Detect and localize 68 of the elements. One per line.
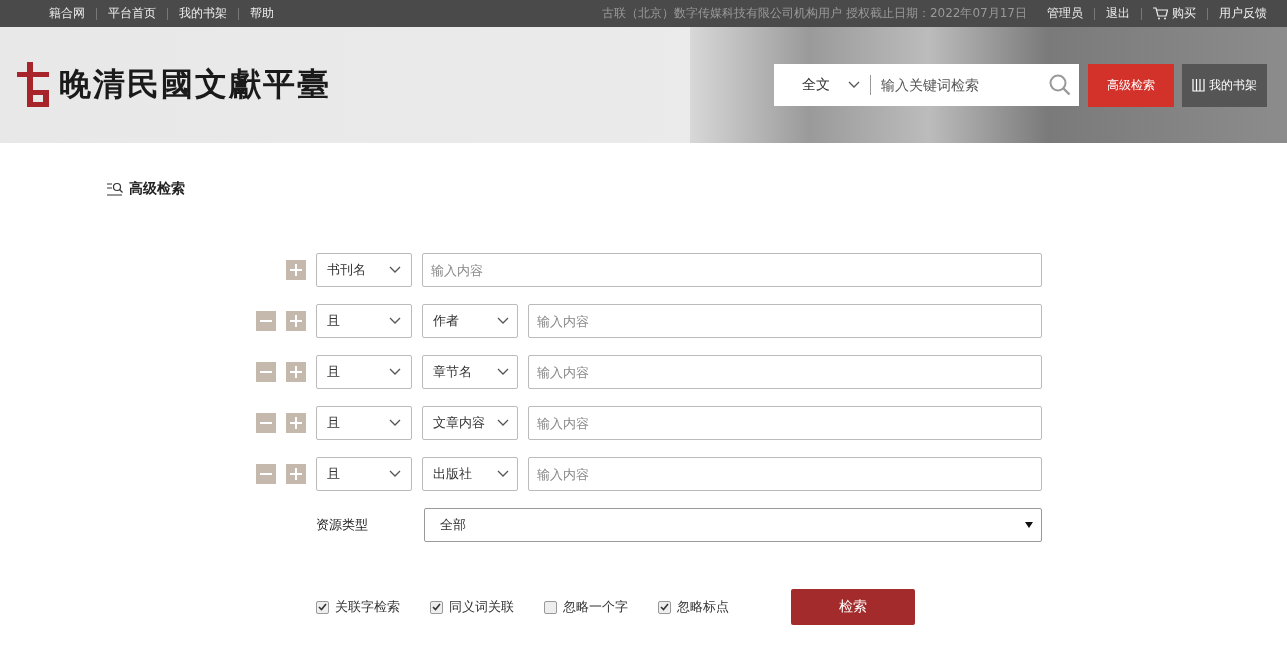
operator-dropdown[interactable]: 且: [315, 457, 412, 491]
add-row-button[interactable]: [285, 464, 306, 484]
field-dropdown[interactable]: 章节名: [421, 355, 518, 389]
nav-link[interactable]: 籍合网: [49, 5, 85, 22]
advanced-search-button[interactable]: 高级检索: [1088, 63, 1174, 107]
add-row-button[interactable]: [285, 362, 306, 382]
field-dropdown[interactable]: 出版社: [421, 457, 518, 491]
option-checkbox[interactable]: 忽略一个字: [543, 598, 628, 616]
bookshelf-button[interactable]: 我的书架: [1182, 63, 1267, 107]
option-checkbox[interactable]: 忽略标点: [657, 598, 729, 616]
caret-icon: [496, 419, 509, 427]
caret-icon: [1024, 522, 1033, 528]
caret-icon: [848, 81, 860, 89]
input-field[interactable]: 输入内容: [527, 355, 1042, 389]
input-field[interactable]: 输入内容: [527, 304, 1042, 338]
nav-link[interactable]: 我的书架: [179, 5, 227, 22]
input-field[interactable]: 输入内容: [527, 406, 1042, 440]
check-icon: [431, 603, 441, 611]
remove-row-button[interactable]: [255, 413, 276, 433]
input-field[interactable]: 输入内容: [527, 457, 1042, 491]
add-row-button[interactable]: [285, 413, 306, 433]
bookshelf-icon: [1192, 78, 1205, 92]
caret-icon: [388, 470, 401, 478]
site-title: 晚清民國文獻平臺: [59, 64, 331, 105]
search-field[interactable]: 全文 输入关键词检索: [774, 64, 1079, 106]
plus-icon: [288, 263, 303, 277]
nav-link[interactable]: 帮助: [250, 5, 274, 22]
add-row-button[interactable]: [285, 260, 306, 280]
top-link[interactable]: 用户反馈: [1219, 5, 1267, 22]
option-checkbox[interactable]: 关联字检索: [315, 598, 400, 616]
option-checkbox[interactable]: 同义词关联: [429, 598, 514, 616]
plus-icon: [288, 467, 303, 481]
plus-icon: [288, 416, 303, 430]
plus-icon: [288, 314, 303, 328]
top-link[interactable]: 退出: [1106, 5, 1130, 22]
search-list-icon: [107, 182, 123, 196]
resource-type-dropdown[interactable]: 全部: [423, 508, 1042, 542]
field-dropdown[interactable]: 书刊名: [315, 253, 412, 287]
top-link[interactable]: 管理员: [1047, 5, 1083, 22]
cart-icon: [1153, 7, 1168, 20]
caret-icon: [388, 368, 401, 376]
add-row-button[interactable]: [285, 311, 306, 331]
operator-dropdown[interactable]: 且: [315, 355, 412, 389]
remove-row-button[interactable]: [255, 311, 276, 331]
operator-dropdown[interactable]: 且: [315, 406, 412, 440]
buy-link[interactable]: 购买: [1153, 5, 1196, 22]
check-icon: [317, 603, 327, 611]
resource-type-label: 资源类型: [315, 516, 369, 534]
remove-row-button[interactable]: [255, 362, 276, 382]
search-button[interactable]: 检索: [790, 589, 915, 625]
input-field[interactable]: 输入内容: [421, 253, 1042, 287]
operator-dropdown[interactable]: 且: [315, 304, 412, 338]
license-text: 古联（北京）数字传媒科技有限公司机构用户 授权截止日期：2022年07月17日: [602, 5, 1027, 22]
caret-icon: [388, 419, 401, 427]
caret-icon: [496, 368, 509, 376]
logo-icon: [15, 60, 51, 110]
remove-row-button[interactable]: [255, 464, 276, 484]
caret-icon: [496, 317, 509, 325]
check-icon: [659, 603, 669, 611]
caret-icon: [496, 470, 509, 478]
search-icon[interactable]: [1049, 74, 1071, 96]
nav-link[interactable]: 平台首页: [108, 5, 156, 22]
caret-icon: [388, 317, 401, 325]
field-dropdown[interactable]: 作者: [421, 304, 518, 338]
field-dropdown[interactable]: 文章内容: [421, 406, 518, 440]
plus-icon: [288, 365, 303, 379]
caret-icon: [388, 266, 401, 274]
section-title: 高级检索: [129, 180, 185, 198]
